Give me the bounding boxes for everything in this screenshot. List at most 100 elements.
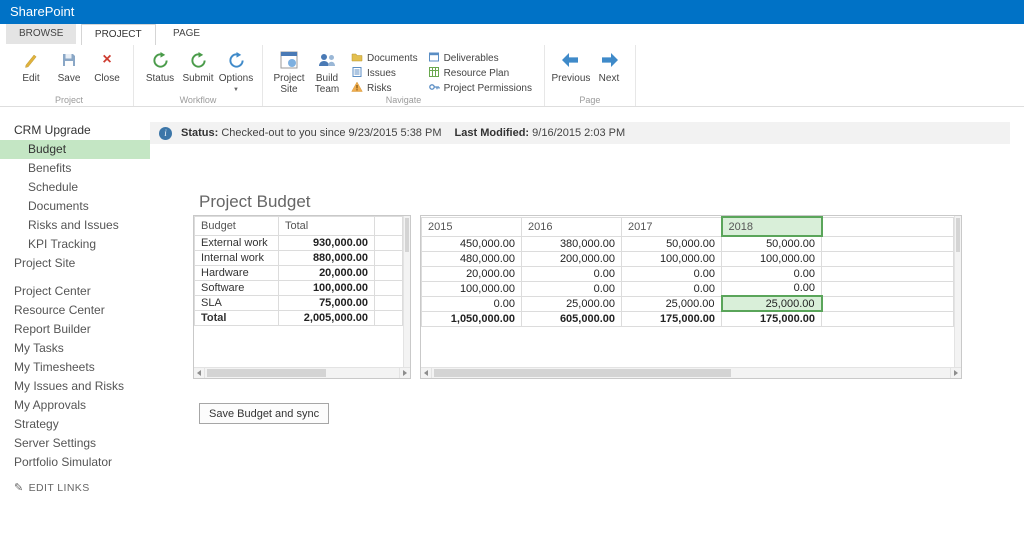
budget-row-total: Total 2,005,000.00 <box>194 310 403 326</box>
sidebar-item-portfolio-simulator[interactable]: Portfolio Simulator <box>0 453 150 472</box>
ribbon-group-project: Edit Save × Close Project <box>5 45 134 106</box>
total-cell-software[interactable]: 100,000.00 <box>278 280 375 296</box>
risks-warning-icon <box>351 81 363 96</box>
cell-hardware-2017[interactable]: 0.00 <box>621 265 722 282</box>
sidebar-item-documents[interactable]: Documents <box>0 197 150 216</box>
sidebar-item-project-site[interactable]: Project Site <box>0 254 150 273</box>
risks-button[interactable]: Risks <box>348 81 421 96</box>
sidebar-item-my-timesheets[interactable]: My Timesheets <box>0 358 150 377</box>
sidebar-item-budget[interactable]: Budget <box>0 140 150 159</box>
sidebar-item-strategy[interactable]: Strategy <box>0 415 150 434</box>
sidebar-item-server-settings[interactable]: Server Settings <box>0 434 150 453</box>
left-scroll-right-arrow-icon[interactable] <box>399 368 410 378</box>
sidebar-item-benefits[interactable]: Benefits <box>0 159 150 178</box>
cell-internal-work-2015[interactable]: 480,000.00 <box>421 250 522 267</box>
options-button[interactable]: Options ▼ <box>218 48 254 98</box>
sidebar-item-my-tasks[interactable]: My Tasks <box>0 339 150 358</box>
edit-button[interactable]: Edit <box>13 48 49 86</box>
cell-internal-work-2017[interactable]: 100,000.00 <box>621 250 722 267</box>
cell-software-2016[interactable]: 0.00 <box>521 280 622 297</box>
sidebar-item-schedule[interactable]: Schedule <box>0 178 150 197</box>
options-button-label: Options <box>218 73 254 84</box>
cell-hardware-2015[interactable]: 20,000.00 <box>421 265 522 282</box>
years-vertical-scroll-thumb[interactable] <box>956 218 960 252</box>
tab-page[interactable]: PAGE <box>160 24 213 44</box>
left-spacer-cell <box>374 265 403 281</box>
left-scroll-left-arrow-icon[interactable] <box>194 368 205 378</box>
save-budget-and-sync-button[interactable]: Save Budget and sync <box>199 403 330 424</box>
total-cell-hardware[interactable]: 20,000.00 <box>278 265 375 281</box>
cell-external-work-2017[interactable]: 50,000.00 <box>621 235 722 252</box>
submit-button-label: Submit <box>182 73 214 84</box>
left-horizontal-scrollbar[interactable] <box>194 367 410 378</box>
ribbon-tab-row: BROWSE PROJECT PAGE <box>0 24 1024 45</box>
years-scroll-right-arrow-icon[interactable] <box>950 368 961 378</box>
cell-sla-2016[interactable]: 25,000.00 <box>521 295 622 312</box>
close-button[interactable]: × Close <box>89 48 125 86</box>
issues-button[interactable]: Issues <box>348 66 421 81</box>
status-button[interactable]: Status <box>142 48 178 86</box>
cell-software-2018[interactable]: 0.00 <box>721 280 822 297</box>
budget-year-headers: 2015 2016 2017 2018 <box>421 216 954 237</box>
tab-browse[interactable]: BROWSE <box>6 24 77 44</box>
sidebar-item-my-approvals[interactable]: My Approvals <box>0 396 150 415</box>
cell-external-work-2016[interactable]: 380,000.00 <box>521 235 622 252</box>
sidebar-item-risks-and-issues[interactable]: Risks and Issues <box>0 216 150 235</box>
year-column-header-2018[interactable]: 2018 <box>720 216 823 237</box>
years-scroll-left-arrow-icon[interactable] <box>421 368 432 378</box>
sidebar-item-project-center[interactable]: Project Center <box>0 282 150 301</box>
years-spacer-cell <box>821 310 954 327</box>
cell-internal-work-2016[interactable]: 200,000.00 <box>521 250 622 267</box>
year-column-header-2015[interactable]: 2015 <box>421 216 522 237</box>
risks-button-label: Risks <box>367 83 392 94</box>
previous-button[interactable]: Previous <box>551 48 590 86</box>
ribbon-group-workflow-label: Workflow <box>179 95 217 105</box>
year-column-header-2016[interactable]: 2016 <box>521 216 622 237</box>
cell-hardware-2016[interactable]: 0.00 <box>521 265 622 282</box>
next-button[interactable]: Next <box>591 48 627 86</box>
project-permissions-button[interactable]: Project Permissions <box>425 81 535 96</box>
budget-grid-left-body: Budget Total External work 930,000.00 Inte… <box>194 216 403 367</box>
sidebar-project-items: Budget Benefits Schedule Documents Risks and… <box>0 140 150 254</box>
total-cell-sla[interactable]: 75,000.00 <box>278 295 375 311</box>
left-vertical-scroll-thumb[interactable] <box>405 218 409 252</box>
navigate-small-column-2: Deliverables Resource Plan Project Permi… <box>425 48 535 96</box>
submit-button[interactable]: Submit <box>180 48 216 86</box>
years-horizontal-scroll-thumb[interactable] <box>434 369 731 377</box>
documents-button[interactable]: Documents <box>348 51 421 66</box>
sidebar-project-name[interactable]: CRM Upgrade <box>0 121 150 140</box>
left-horizontal-scroll-thumb[interactable] <box>207 369 326 377</box>
left-vertical-scrollbar[interactable] <box>403 216 410 367</box>
cell-sla-2017[interactable]: 25,000.00 <box>621 295 722 312</box>
sidebar-item-resource-center[interactable]: Resource Center <box>0 301 150 320</box>
years-vertical-scrollbar[interactable] <box>954 216 961 367</box>
row-label-total: Total <box>194 310 279 326</box>
sharepoint-logo[interactable]: SharePoint <box>0 0 74 24</box>
budget-year-row-external-work: 450,000.00 380,000.00 50,000.00 50,000.00 <box>421 235 954 252</box>
total-cell-internal-work[interactable]: 880,000.00 <box>278 250 375 266</box>
left-spacer-cell <box>374 235 403 251</box>
cell-hardware-2018[interactable]: 0.00 <box>721 265 822 282</box>
cell-internal-work-2018[interactable]: 100,000.00 <box>721 250 822 267</box>
left-spacer-cell <box>374 310 403 326</box>
cell-external-work-2018[interactable]: 50,000.00 <box>721 235 822 252</box>
tab-project[interactable]: PROJECT <box>80 24 156 45</box>
total-cell-external-work[interactable]: 930,000.00 <box>278 235 375 251</box>
save-button[interactable]: Save <box>51 48 87 86</box>
resource-plan-button[interactable]: Resource Plan <box>425 66 535 81</box>
edit-links-button[interactable]: ✎ EDIT LINKS <box>0 480 150 496</box>
project-site-button[interactable]: Project Site <box>271 48 307 97</box>
cell-sla-2018[interactable]: 25,000.00 <box>720 295 823 312</box>
sidebar-item-report-builder[interactable]: Report Builder <box>0 320 150 339</box>
deliverables-button[interactable]: Deliverables <box>425 51 535 66</box>
year-column-header-2017[interactable]: 2017 <box>621 216 722 237</box>
cell-software-2017[interactable]: 0.00 <box>621 280 722 297</box>
sidebar-item-my-issues-and-risks[interactable]: My Issues and Risks <box>0 377 150 396</box>
cell-external-work-2015[interactable]: 450,000.00 <box>421 235 522 252</box>
cell-sla-2015[interactable]: 0.00 <box>421 295 522 312</box>
cell-software-2015[interactable]: 100,000.00 <box>421 280 522 297</box>
build-team-button[interactable]: Build Team <box>309 48 345 97</box>
left-spacer-cell <box>374 250 403 266</box>
years-horizontal-scrollbar[interactable] <box>421 367 961 378</box>
sidebar-item-kpi-tracking[interactable]: KPI Tracking <box>0 235 150 254</box>
